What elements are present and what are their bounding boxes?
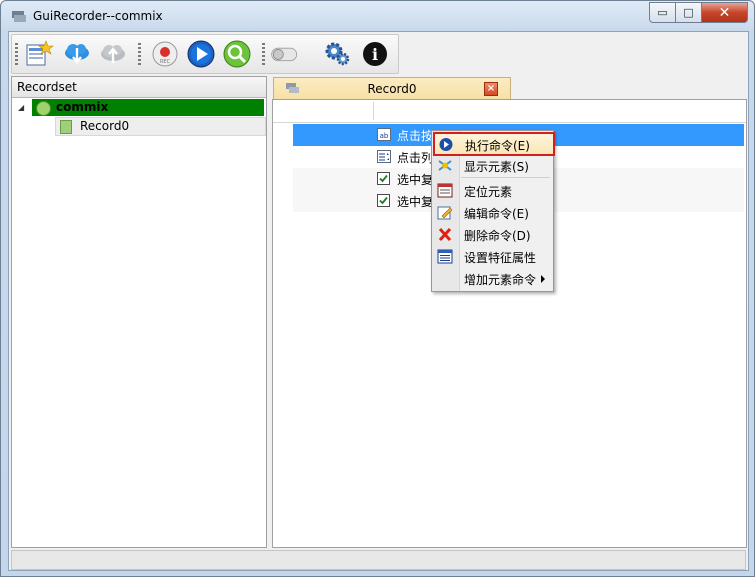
- new-record-button[interactable]: [24, 39, 54, 69]
- command-text: 选中复: [397, 195, 434, 209]
- new-record-icon: [26, 40, 54, 66]
- menu-separator: [461, 177, 550, 178]
- settings-button[interactable]: [322, 39, 352, 69]
- menu-item-label: 执行命令(E): [465, 139, 530, 153]
- main-window: GuiRecorder--commix ▭ □ ✕ REC i Recordse…: [0, 0, 755, 577]
- tree-node-label: commix: [56, 100, 109, 114]
- properties-icon: [437, 249, 453, 264]
- row-gutter: [273, 124, 293, 146]
- toolbar: REC i: [11, 34, 399, 74]
- menu-item-label: 删除命令(D): [464, 229, 531, 243]
- menu-item-show-element[interactable]: 显示元素(S): [434, 155, 551, 176]
- grid-header: [273, 100, 746, 123]
- toolbar-separator-2: [262, 43, 265, 65]
- textbox-icon: ab: [377, 128, 391, 141]
- svg-text:i: i: [372, 45, 378, 64]
- locate-element-icon: [437, 183, 453, 198]
- maximize-button[interactable]: □: [676, 2, 702, 23]
- cloud-download-icon: [65, 44, 89, 64]
- info-button[interactable]: i: [360, 39, 390, 69]
- menu-item-label: 显示元素(S): [464, 160, 529, 174]
- menu-item-delete-command[interactable]: 删除命令(D): [434, 224, 551, 245]
- command-text: 选中复: [397, 173, 434, 187]
- search-element-icon: [223, 40, 251, 68]
- menu-item-label: 设置特征属性: [464, 251, 537, 265]
- tree-node-label: Record0: [80, 119, 130, 133]
- record-button[interactable]: REC: [150, 39, 180, 69]
- tab-record0[interactable]: Record0 ×: [273, 77, 511, 101]
- recordset-panel: Recordset ◢ commix Record0: [11, 76, 267, 548]
- project-icon: [36, 101, 51, 116]
- recordset-header: Recordset: [12, 77, 266, 98]
- close-button[interactable]: ✕: [702, 2, 748, 23]
- row-gutter: [273, 146, 293, 168]
- cloud-upload-button[interactable]: [98, 39, 128, 69]
- toggle-icon: [271, 47, 298, 62]
- edit-icon: [437, 206, 453, 220]
- cloud-upload-icon: [101, 45, 125, 63]
- context-menu: 执行命令(E) 显示元素(S) 定位元素 编辑命令(E) 删除命令(D) 设置特…: [431, 130, 555, 292]
- show-element-icon: [438, 160, 452, 171]
- command-text: 点击列: [397, 151, 434, 165]
- cloud-download-button[interactable]: [62, 39, 92, 69]
- record-document-icon: [60, 120, 72, 134]
- client-area: REC i Recordset ◢ commix Record0 Record0…: [8, 31, 749, 571]
- toggle-button[interactable]: [270, 39, 300, 69]
- checkbox-icon: [377, 172, 390, 185]
- menu-item-add-element-command[interactable]: 增加元素命令: [434, 268, 551, 289]
- play-button[interactable]: [186, 39, 216, 69]
- tree-node-commix[interactable]: ◢ commix: [18, 99, 264, 116]
- row-gutter: [273, 190, 293, 212]
- menu-item-execute[interactable]: 执行命令(E): [433, 132, 555, 156]
- menu-item-edit-command[interactable]: 编辑命令(E): [434, 202, 551, 223]
- column-divider[interactable]: [373, 102, 374, 120]
- info-icon: i: [363, 42, 387, 66]
- tab-close-icon[interactable]: ×: [484, 82, 498, 96]
- svg-text:ab: ab: [380, 132, 389, 140]
- checkbox-icon: [377, 194, 390, 207]
- window-title: GuiRecorder--commix: [33, 9, 163, 23]
- row-gutter: [273, 168, 293, 190]
- menu-item-label: 定位元素: [464, 185, 513, 199]
- toolbar-separator: [138, 43, 141, 65]
- menu-item-label: 增加元素命令: [464, 273, 537, 287]
- svg-text:REC: REC: [160, 59, 171, 65]
- app-icon: [12, 11, 26, 22]
- title-bar[interactable]: GuiRecorder--commix ▭ □ ✕: [1, 1, 754, 31]
- expand-arrow-icon[interactable]: ◢: [18, 99, 24, 116]
- settings-icon: [325, 42, 350, 66]
- submenu-arrow-icon: [541, 275, 545, 283]
- menu-item-label: 编辑命令(E): [464, 207, 529, 221]
- list-icon: [377, 150, 391, 163]
- execute-icon: [439, 138, 453, 151]
- caption-buttons: ▭ □ ✕: [649, 2, 748, 23]
- menu-item-set-properties[interactable]: 设置特征属性: [434, 246, 551, 267]
- tab-label: Record0: [367, 82, 417, 96]
- record-icon: REC: [152, 41, 178, 67]
- command-text: 点击按: [397, 129, 434, 143]
- play-icon: [187, 40, 215, 68]
- status-bar: [11, 550, 746, 570]
- minimize-button[interactable]: ▭: [649, 2, 676, 23]
- find-element-button[interactable]: [222, 39, 252, 69]
- toolbar-grip[interactable]: [15, 43, 18, 65]
- delete-icon: [438, 227, 452, 242]
- menu-item-locate-element[interactable]: 定位元素: [434, 180, 551, 201]
- tree-node-record0[interactable]: Record0: [55, 117, 266, 136]
